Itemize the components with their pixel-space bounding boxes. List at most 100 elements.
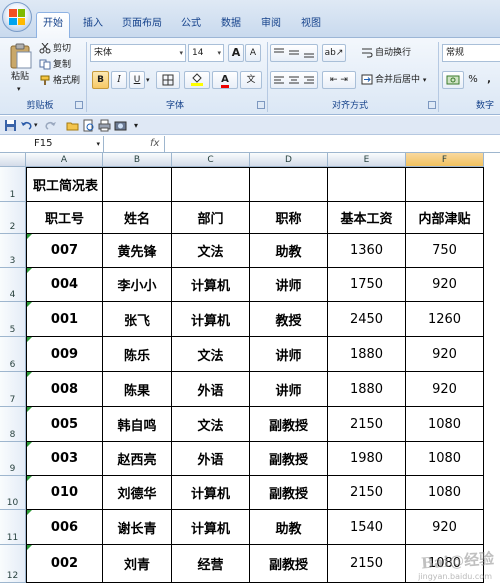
row-header[interactable]: 12 xyxy=(0,545,26,583)
table-cell[interactable]: 副教授 xyxy=(250,545,328,583)
table-cell[interactable]: 副教授 xyxy=(250,476,328,510)
print-icon[interactable] xyxy=(98,119,111,132)
table-cell[interactable]: 陈果 xyxy=(103,372,172,407)
number-format-select[interactable]: 常规 xyxy=(442,44,500,62)
table-cell[interactable]: 920 xyxy=(406,337,484,372)
table-cell[interactable]: 经营 xyxy=(172,545,250,583)
table-cell[interactable]: 006 xyxy=(26,510,103,545)
column-header-d[interactable]: D xyxy=(250,153,328,167)
shrink-font-button[interactable]: A xyxy=(245,44,261,62)
select-all-corner[interactable] xyxy=(0,153,26,167)
table-cell[interactable]: 002 xyxy=(26,545,103,583)
table-cell[interactable]: 文法 xyxy=(172,407,250,442)
table-cell[interactable]: 赵西亮 xyxy=(103,442,172,476)
table-cell[interactable]: 计算机 xyxy=(172,302,250,337)
grow-font-button[interactable]: A xyxy=(228,44,244,62)
table-cell[interactable]: 920 xyxy=(406,268,484,302)
row-header[interactable]: 1 xyxy=(0,167,26,202)
table-cell[interactable] xyxy=(406,167,484,202)
table-cell[interactable]: 文法 xyxy=(172,234,250,268)
tab-insert[interactable]: 插入 xyxy=(78,13,108,35)
alignment-launcher-icon[interactable] xyxy=(428,101,436,109)
table-cell[interactable]: 助教 xyxy=(250,234,328,268)
customize-toolbar-icon[interactable]: ▾ xyxy=(134,119,147,132)
table-cell[interactable]: 文法 xyxy=(172,337,250,372)
table-header-cell[interactable]: 职工号 xyxy=(26,202,103,234)
redo-icon[interactable] xyxy=(44,119,57,132)
table-cell[interactable]: 助教 xyxy=(250,510,328,545)
tab-view[interactable]: 视图 xyxy=(296,13,326,35)
table-cell[interactable]: 1750 xyxy=(328,268,406,302)
table-cell[interactable]: 1260 xyxy=(406,302,484,337)
paste-button[interactable]: 粘贴 xyxy=(10,68,36,86)
clipboard-launcher-icon[interactable] xyxy=(75,101,83,109)
table-cell[interactable]: 谢长青 xyxy=(103,510,172,545)
name-box[interactable]: F15 ▾ xyxy=(0,136,104,152)
table-cell[interactable]: 009 xyxy=(26,337,103,372)
table-header-cell[interactable]: 部门 xyxy=(172,202,250,234)
bold-button[interactable]: B xyxy=(92,71,109,89)
table-cell[interactable]: 1080 xyxy=(406,476,484,510)
borders-button[interactable] xyxy=(156,71,180,89)
font-size-select[interactable]: 14 ▾ xyxy=(188,44,224,62)
table-cell[interactable]: 2150 xyxy=(328,545,406,583)
indent-buttons[interactable]: ⇤ ⇥ xyxy=(322,71,356,89)
camera-icon[interactable] xyxy=(114,119,127,132)
table-cell[interactable]: 韩自鸣 xyxy=(103,407,172,442)
table-cell[interactable]: 1880 xyxy=(328,372,406,407)
table-cell[interactable]: 010 xyxy=(26,476,103,510)
table-cell[interactable]: 讲师 xyxy=(250,268,328,302)
table-cell[interactable]: 计算机 xyxy=(172,510,250,545)
table-cell[interactable]: 2150 xyxy=(328,407,406,442)
row-header[interactable]: 7 xyxy=(0,372,26,407)
table-cell[interactable]: 1880 xyxy=(328,337,406,372)
tab-data[interactable]: 数据 xyxy=(216,13,246,35)
table-cell[interactable]: 陈乐 xyxy=(103,337,172,372)
italic-button[interactable]: I xyxy=(111,71,127,89)
table-cell[interactable]: 副教授 xyxy=(250,442,328,476)
table-cell[interactable]: 外语 xyxy=(172,442,250,476)
table-cell[interactable]: 750 xyxy=(406,234,484,268)
format-painter-button[interactable]: 格式刷 xyxy=(38,72,81,90)
table-cell[interactable]: 001 xyxy=(26,302,103,337)
comma-button[interactable]: , xyxy=(482,71,496,89)
paste-icon[interactable] xyxy=(8,42,34,70)
table-cell[interactable]: 张飞 xyxy=(103,302,172,337)
merge-center-button[interactable]: 合并后居中 ▾ xyxy=(360,71,427,89)
table-cell[interactable]: 讲师 xyxy=(250,337,328,372)
table-cell[interactable]: 007 xyxy=(26,234,103,268)
table-cell[interactable]: 920 xyxy=(406,372,484,407)
table-cell[interactable]: 003 xyxy=(26,442,103,476)
table-cell[interactable]: 1980 xyxy=(328,442,406,476)
horizontal-align-buttons[interactable] xyxy=(270,71,318,89)
row-header[interactable]: 10 xyxy=(0,476,26,510)
print-preview-icon[interactable] xyxy=(82,119,95,132)
vertical-align-buttons[interactable] xyxy=(270,44,318,62)
table-cell[interactable]: 刘德华 xyxy=(103,476,172,510)
table-header-cell[interactable]: 基本工资 xyxy=(328,202,406,234)
row-header[interactable]: 6 xyxy=(0,337,26,372)
phonetic-button[interactable]: 文 xyxy=(240,71,262,89)
office-button[interactable] xyxy=(2,2,32,32)
table-title-cell[interactable]: 职工简况表 xyxy=(26,167,103,202)
table-cell[interactable] xyxy=(172,167,250,202)
tab-review[interactable]: 审阅 xyxy=(256,13,286,35)
row-header[interactable]: 4 xyxy=(0,268,26,302)
table-cell[interactable]: 008 xyxy=(26,372,103,407)
worksheet-grid[interactable]: A B C D E F 1 职工简况表 2 职工号 姓名 部门 职称 基本工资 内部津贴 3 007 黄先锋 文法助… xyxy=(0,153,500,583)
table-cell[interactable] xyxy=(103,167,172,202)
paste-dropdown-icon[interactable]: ▾ xyxy=(16,80,22,98)
currency-button[interactable] xyxy=(442,71,464,89)
table-cell[interactable]: 920 xyxy=(406,510,484,545)
row-header[interactable]: 5 xyxy=(0,302,26,337)
column-header-f[interactable]: F xyxy=(406,153,484,167)
table-cell[interactable]: 计算机 xyxy=(172,268,250,302)
font-name-select[interactable]: 宋体 ▾ xyxy=(90,44,186,62)
font-launcher-icon[interactable] xyxy=(257,101,265,109)
row-header[interactable]: 3 xyxy=(0,234,26,268)
tab-formulas[interactable]: 公式 xyxy=(176,13,206,35)
table-cell[interactable]: 外语 xyxy=(172,372,250,407)
underline-button[interactable]: U xyxy=(129,71,145,89)
table-cell[interactable]: 副教授 xyxy=(250,407,328,442)
table-cell[interactable]: 黄先锋 xyxy=(103,234,172,268)
